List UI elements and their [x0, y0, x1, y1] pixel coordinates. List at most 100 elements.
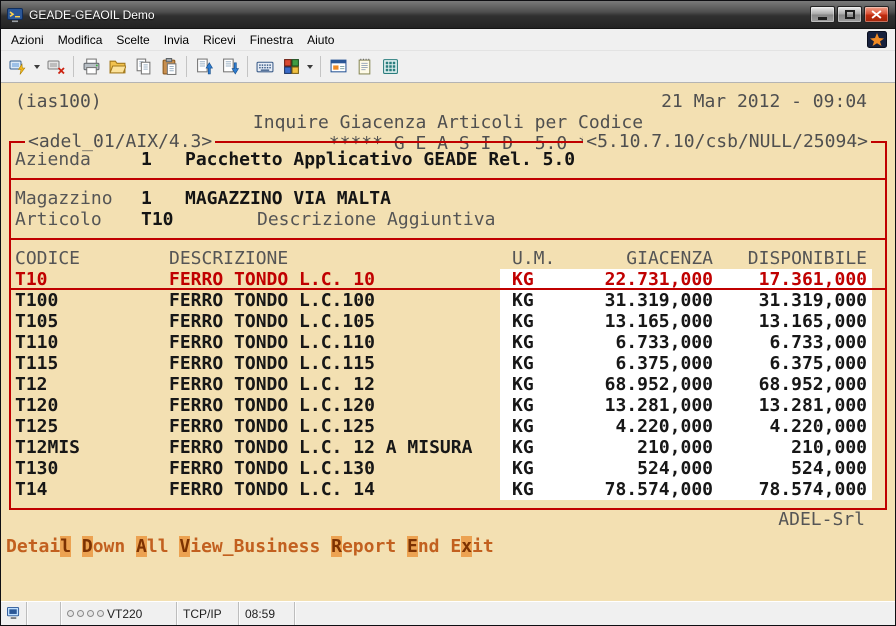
terminal-screen[interactable]: (ias100) ***** G E A S I D 5.0 ***** 21 …: [1, 83, 895, 601]
table-row[interactable]: T12MIS FERRO TONDO L.C. 12 A MISURA KG 2…: [11, 437, 885, 458]
table-header-row: CODICE DESCRIZIONE U.M. GIACENZA DISPONI…: [11, 248, 885, 269]
function-key-end[interactable]: End: [407, 536, 440, 557]
cell-disponibile: 524,000: [713, 458, 867, 479]
divider-line: [11, 178, 885, 180]
cell-um: KG: [512, 437, 552, 458]
function-key-all[interactable]: All: [136, 536, 169, 557]
cell-disponibile: 13.165,000: [713, 311, 867, 332]
menu-aiuto[interactable]: Aiuto: [300, 30, 341, 50]
function-key-detail[interactable]: Detail: [6, 536, 71, 557]
cell-giacenza: 31.319,000: [552, 290, 713, 311]
cell-codice: T115: [15, 353, 169, 374]
menu-invia[interactable]: Invia: [157, 30, 196, 50]
cell-codice: T130: [15, 458, 169, 479]
minimize-icon: [818, 17, 827, 20]
function-key-report[interactable]: Report: [331, 536, 396, 557]
cell-giacenza: 13.281,000: [552, 395, 713, 416]
print-button[interactable]: [78, 54, 104, 80]
cell-disponibile: 6.733,000: [713, 332, 867, 353]
chevron-down-icon: [34, 65, 40, 72]
toolbar-separator: [320, 56, 321, 77]
divider-line: [11, 238, 885, 240]
connect-button[interactable]: [5, 54, 31, 80]
menu-scelte[interactable]: Scelte: [109, 30, 156, 50]
close-icon: [871, 10, 882, 19]
table-row[interactable]: T14 FERRO TONDO L.C. 14 KG 78.574,000 78…: [11, 479, 885, 500]
datetime: 21 Mar 2012 - 09:04: [661, 91, 867, 112]
statusbar-panel: [295, 602, 895, 625]
close-button[interactable]: [864, 6, 889, 23]
open-folder-icon: [109, 58, 126, 75]
table-rows: T100 FERRO TONDO L.C.100 KG 31.319,000 3…: [11, 290, 885, 500]
copy-button[interactable]: [130, 54, 156, 80]
menu-ricevi[interactable]: Ricevi: [196, 30, 243, 50]
function-key-view-business[interactable]: View_Business: [179, 536, 320, 557]
hotkey-letter: V: [179, 536, 190, 557]
keypad-button[interactable]: [377, 54, 403, 80]
send-file-button[interactable]: [191, 54, 217, 80]
terminal-type: VT220: [107, 607, 142, 621]
disconnect-icon: [47, 59, 65, 75]
maximize-icon: [845, 10, 855, 19]
function-key-exit[interactable]: Exit: [450, 536, 493, 557]
cell-giacenza: 78.574,000: [552, 479, 713, 500]
brand-icon: [867, 31, 887, 48]
minimize-button[interactable]: [810, 6, 835, 23]
table-row[interactable]: T120 FERRO TONDO L.C.120 KG 13.281,000 1…: [11, 395, 885, 416]
display-colors-button[interactable]: [278, 54, 304, 80]
cell-codice: T120: [15, 395, 169, 416]
azienda-value: 1: [141, 149, 185, 170]
open-file-button[interactable]: [104, 54, 130, 80]
cell-codice: T14: [15, 479, 169, 500]
app-icon[interactable]: [7, 7, 23, 23]
menu-azioni[interactable]: Azioni: [4, 30, 51, 50]
statusbar-panel: [27, 602, 61, 625]
table-row[interactable]: T12 FERRO TONDO L.C. 12 KG 68.952,000 68…: [11, 374, 885, 395]
clock-panel: 08:59: [239, 602, 295, 625]
table-row[interactable]: T110 FERRO TONDO L.C.110 KG 6.733,000 6.…: [11, 332, 885, 353]
display-colors-dropdown[interactable]: [304, 54, 316, 80]
function-key-down[interactable]: Down: [82, 536, 125, 557]
cell-um: KG: [512, 374, 552, 395]
table-row[interactable]: T125 FERRO TONDO L.C.125 KG 4.220,000 4.…: [11, 416, 885, 437]
cell-giacenza: 13.165,000: [552, 311, 713, 332]
protocol-panel: TCP/IP: [177, 602, 239, 625]
cell-disponibile: 6.375,000: [713, 353, 867, 374]
terminal-window-button[interactable]: [325, 54, 351, 80]
cell-disponibile: 17.361,000: [713, 269, 867, 288]
disconnect-button[interactable]: [43, 54, 69, 80]
cell-um: KG: [512, 311, 552, 332]
connect-dropdown[interactable]: [31, 54, 43, 80]
toolbar-separator: [247, 56, 248, 77]
articolo-label: Articolo: [15, 209, 141, 230]
receive-file-button[interactable]: [217, 54, 243, 80]
cell-descrizione: FERRO TONDO L.C.120: [169, 395, 500, 416]
cell-codice: T12MIS: [15, 437, 169, 458]
table-row-selected[interactable]: T10 FERRO TONDO L.C. 10 KG 22.731,000 17…: [11, 269, 885, 290]
session-led-icon: [97, 610, 104, 617]
keyboard-mapping-button[interactable]: [252, 54, 278, 80]
menu-finestra[interactable]: Finestra: [243, 30, 300, 50]
header-descrizione: DESCRIZIONE: [169, 248, 500, 269]
cell-um: KG: [512, 416, 552, 437]
titlebar[interactable]: GEADE-GEAOIL Demo: [1, 1, 895, 29]
display-colors-icon: [283, 58, 300, 75]
notepad-button[interactable]: [351, 54, 377, 80]
maximize-button[interactable]: [837, 6, 862, 23]
paste-button[interactable]: [156, 54, 182, 80]
notepad-icon: [356, 58, 373, 75]
table-row[interactable]: T100 FERRO TONDO L.C.100 KG 31.319,000 3…: [11, 290, 885, 311]
header-um: U.M.: [512, 248, 552, 269]
magazzino-value[interactable]: 1: [141, 188, 185, 209]
table-row[interactable]: T115 FERRO TONDO L.C.115 KG 6.375,000 6.…: [11, 353, 885, 374]
cell-giacenza: 22.731,000: [552, 269, 713, 288]
keypad-icon: [382, 58, 399, 75]
table-row[interactable]: T105 FERRO TONDO L.C.105 KG 13.165,000 1…: [11, 311, 885, 332]
host-tag-right: <5.10.7.10/csb/NULL/25094>: [583, 131, 871, 152]
azienda-label: Azienda: [15, 149, 141, 170]
articolo-value[interactable]: T10: [141, 209, 257, 230]
session-led-icon: [67, 610, 74, 617]
magazzino-row: Magazzino 1 MAGAZZINO VIA MALTA: [11, 188, 885, 209]
menu-modifica[interactable]: Modifica: [51, 30, 110, 50]
table-row[interactable]: T130 FERRO TONDO L.C.130 KG 524,000 524,…: [11, 458, 885, 479]
